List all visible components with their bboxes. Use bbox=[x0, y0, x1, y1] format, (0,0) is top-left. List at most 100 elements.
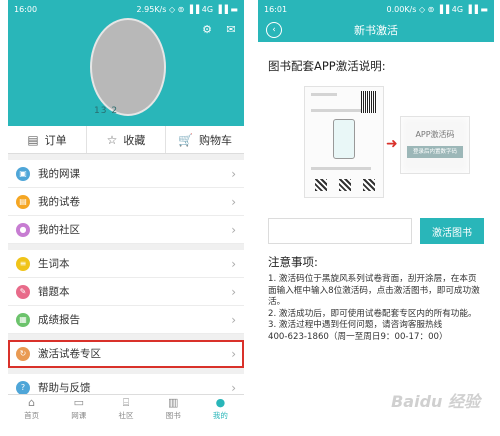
gear-icon[interactable]: ⚙ bbox=[200, 22, 214, 36]
screen-icon: ▭ bbox=[73, 395, 84, 409]
notes-title: 注意事项: bbox=[268, 255, 318, 269]
tab-favorites[interactable]: ☆ 收藏 bbox=[87, 126, 166, 153]
page-header: ‹ 新书激活 bbox=[258, 18, 494, 42]
order-icon: ▤ bbox=[27, 132, 39, 147]
papers-icon: ▤ bbox=[16, 194, 30, 209]
status-bar: 16:00 2.95K/s ◇ ⊚ ▐▐ 4G ▐▐ ▬ bbox=[8, 0, 244, 18]
menu-item-label: 激活试卷专区 bbox=[38, 348, 101, 360]
nav-label: 首页 bbox=[24, 410, 40, 420]
menu-item-label: 我的网课 bbox=[38, 168, 80, 180]
help-icon: ? bbox=[16, 380, 30, 395]
nav-books[interactable]: ▥ 图书 bbox=[150, 395, 197, 422]
watermark: Baidu 经验 bbox=[391, 392, 480, 411]
menu-item-label: 生词本 bbox=[38, 258, 70, 270]
page-title: 新书激活 bbox=[354, 24, 398, 37]
notes-line: 面输入框中输入8位激活码，点击激活图书，即可成功激 bbox=[268, 285, 480, 296]
nav-label: 图书 bbox=[165, 410, 181, 420]
chevron-right-icon: › bbox=[231, 222, 236, 237]
menu-item-label: 我的社区 bbox=[38, 224, 80, 236]
activation-code-input[interactable] bbox=[268, 218, 412, 244]
cart-icon: 🛒 bbox=[178, 132, 193, 147]
profile-top-icons: ⚙ ✉ bbox=[200, 22, 238, 36]
avatar[interactable] bbox=[92, 20, 164, 114]
chevron-right-icon: › bbox=[231, 346, 236, 361]
menu-item-wrong-questions[interactable]: ✎ 错题本 › bbox=[8, 278, 244, 306]
courses-icon: ▣ bbox=[16, 166, 30, 181]
chevron-left-icon: ‹ bbox=[272, 25, 276, 35]
nav-label: 社区 bbox=[118, 410, 134, 420]
account-tabs: ▤ 订单 ☆ 收藏 🛒 购物车 bbox=[8, 126, 244, 154]
menu-item-score-report[interactable]: ▦ 成绩报告 › bbox=[8, 306, 244, 334]
qr-code-icon bbox=[363, 179, 375, 191]
tab-cart[interactable]: 🛒 购物车 bbox=[166, 126, 244, 153]
activation-illustration: ➜ APP激活码 登录后内置数字码 bbox=[268, 86, 484, 204]
chevron-right-icon: › bbox=[231, 256, 236, 271]
tab-label: 收藏 bbox=[123, 133, 146, 147]
wrong-questions-icon: ✎ bbox=[16, 284, 30, 299]
notes-section: 注意事项: 1. 激活码位于黑旋风系列试卷背面，刮开涂层，在本页 面输入框中输入… bbox=[258, 244, 494, 343]
tab-label: 购物车 bbox=[198, 133, 232, 147]
book-icon: ▥ bbox=[168, 395, 179, 409]
status-time: 16:00 bbox=[14, 4, 38, 14]
mail-icon[interactable]: ✉ bbox=[224, 22, 238, 36]
code-card-title: APP激活码 bbox=[415, 130, 455, 139]
menu-item-my-papers[interactable]: ▤ 我的试卷 › bbox=[8, 188, 244, 216]
qr-code-icon bbox=[339, 179, 351, 191]
text-line bbox=[311, 93, 337, 96]
arrow-right-icon: ➜ bbox=[386, 136, 398, 152]
bottom-navigation: ⌂ 首页 ▭ 网课 ⌸ 社区 ▥ 图书 ● 我的 bbox=[8, 394, 244, 422]
community-icon: ● bbox=[16, 222, 30, 237]
nav-courses[interactable]: ▭ 网课 bbox=[55, 395, 102, 422]
menu-group-tools: ≡ 生词本 › ✎ 错题本 › ▦ 成绩报告 › bbox=[8, 250, 244, 334]
menu-item-vocabulary[interactable]: ≡ 生词本 › bbox=[8, 250, 244, 278]
notes-line: 400-623-1860（周一至周日9：00-17：00） bbox=[268, 331, 448, 342]
chevron-right-icon: › bbox=[231, 194, 236, 209]
notes-line: 活。 bbox=[268, 297, 286, 307]
person-icon: ● bbox=[215, 395, 226, 409]
left-phone-screen: 16:00 2.95K/s ◇ ⊚ ▐▐ 4G ▐▐ ▬ ⚙ ✉ 13 2 ▤ … bbox=[8, 0, 244, 422]
text-line bbox=[311, 167, 371, 170]
chevron-right-icon: › bbox=[231, 284, 236, 299]
building-icon: ⌸ bbox=[122, 395, 130, 409]
menu-group-study: ▣ 我的网课 › ▤ 我的试卷 › ● 我的社区 › bbox=[8, 160, 244, 244]
menu-item-activate-papers[interactable]: ↻ 激活试卷专区 › bbox=[8, 340, 244, 368]
nav-me[interactable]: ● 我的 bbox=[197, 395, 244, 422]
activate-icon: ↻ bbox=[16, 346, 30, 361]
tab-orders[interactable]: ▤ 订单 bbox=[8, 126, 87, 153]
menu-item-label: 我的试卷 bbox=[38, 196, 80, 208]
menu-item-label: 成绩报告 bbox=[38, 314, 80, 326]
chevron-right-icon: › bbox=[231, 166, 236, 181]
vocabulary-icon: ≡ bbox=[16, 256, 30, 271]
star-icon: ☆ bbox=[106, 132, 118, 147]
back-button[interactable]: ‹ bbox=[266, 22, 282, 38]
nav-label: 我的 bbox=[212, 410, 228, 420]
status-time: 16:01 bbox=[264, 4, 288, 14]
phone-icon bbox=[333, 119, 355, 159]
notes-line: 1. 激活码位于黑旋风系列试卷背面，刮开涂层，在本页 bbox=[268, 274, 477, 284]
profile-header: ⚙ ✉ 13 2 bbox=[8, 18, 244, 126]
code-card-button: 登录后内置数字码 bbox=[407, 146, 463, 158]
activation-form: 激活图书 bbox=[268, 218, 484, 244]
menu-item-label: 错题本 bbox=[38, 286, 70, 298]
chevron-right-icon: › bbox=[231, 380, 236, 395]
nav-label: 网课 bbox=[71, 410, 87, 420]
status-indicators: 0.00K/s ◇ ⊚ ▐▐ 4G ▐▐ ▬ bbox=[386, 4, 489, 14]
menu-item-my-community[interactable]: ● 我的社区 › bbox=[8, 216, 244, 244]
user-phone-number: 13 2 bbox=[94, 106, 119, 116]
activate-book-button[interactable]: 激活图书 bbox=[420, 218, 484, 244]
nav-home[interactable]: ⌂ 首页 bbox=[8, 395, 55, 422]
status-bar: 16:01 0.00K/s ◇ ⊚ ▐▐ 4G ▐▐ ▬ bbox=[258, 0, 494, 18]
home-icon: ⌂ bbox=[28, 395, 36, 409]
report-icon: ▦ bbox=[16, 312, 30, 327]
menu-item-label: 帮助与反馈 bbox=[38, 382, 91, 394]
instructions-title: 图书配套APP激活说明: bbox=[268, 59, 386, 73]
right-phone-screen: 16:01 0.00K/s ◇ ⊚ ▐▐ 4G ▐▐ ▬ ‹ 新书激活 图书配套… bbox=[258, 0, 494, 422]
menu-item-my-courses[interactable]: ▣ 我的网课 › bbox=[8, 160, 244, 188]
status-indicators: 2.95K/s ◇ ⊚ ▐▐ 4G ▐▐ ▬ bbox=[136, 4, 239, 14]
menu-group-activation: ↻ 激活试卷专区 › bbox=[8, 340, 244, 368]
nav-community[interactable]: ⌸ 社区 bbox=[102, 395, 149, 422]
activation-code-card: APP激活码 登录后内置数字码 bbox=[400, 116, 470, 174]
paper-back-image bbox=[304, 86, 384, 198]
tab-label: 订单 bbox=[44, 133, 67, 147]
notes-line: 2. 激活成功后，即可使用试卷配套专区内的所有功能。 bbox=[268, 308, 477, 319]
